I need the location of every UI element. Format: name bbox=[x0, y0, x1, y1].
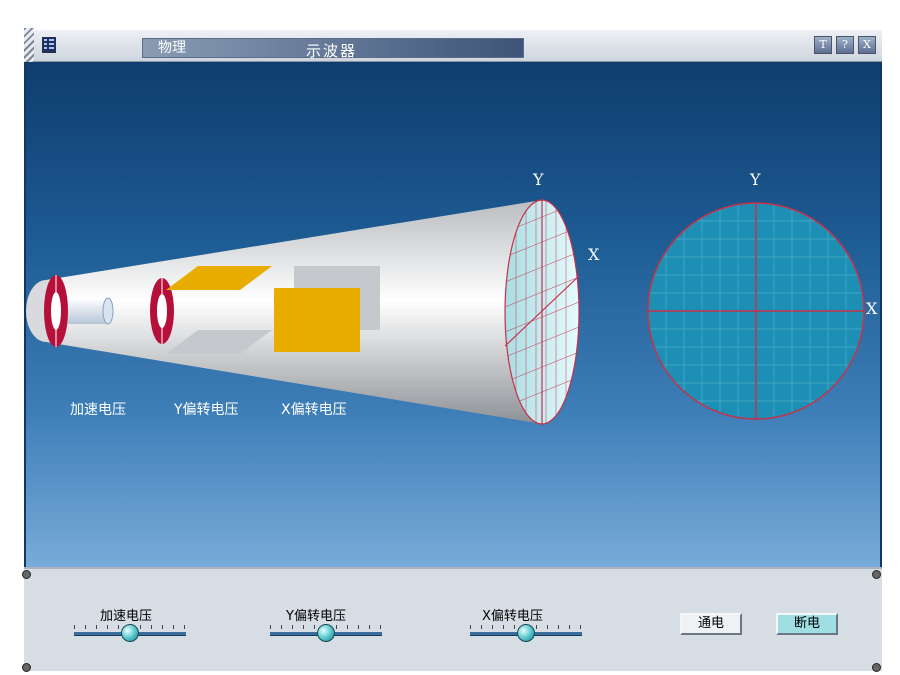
screen-display bbox=[647, 202, 865, 420]
power-on-button[interactable]: 通电 bbox=[680, 613, 742, 635]
tube-axis-y-label: Y bbox=[533, 170, 544, 189]
tube-axis-x-label: X bbox=[588, 245, 600, 264]
text-mode-button[interactable]: T bbox=[814, 36, 832, 54]
accel-voltage-label: 加速电压 bbox=[70, 402, 126, 418]
x-deflection-plate-front bbox=[274, 288, 360, 352]
x-deflection-label: X偏转电压 bbox=[281, 402, 347, 418]
x-deflection-slider[interactable] bbox=[470, 621, 582, 643]
oscilloscope-simulation: Y X Y X 加速电压 Y偏转电压 X偏转电压 bbox=[24, 62, 882, 567]
screw-icon bbox=[872, 663, 881, 672]
screw-icon bbox=[22, 663, 31, 672]
app-title: 示波器 bbox=[306, 42, 358, 60]
menu-icon[interactable] bbox=[40, 36, 58, 54]
accelerating-electrode bbox=[44, 275, 68, 347]
power-off-button[interactable]: 断电 bbox=[776, 613, 838, 635]
slider-knob[interactable] bbox=[317, 624, 335, 642]
window-grip[interactable] bbox=[24, 28, 34, 64]
slider-knob[interactable] bbox=[121, 624, 139, 642]
screen-axis-y-label: Y bbox=[750, 170, 761, 189]
subject-label: 物理 bbox=[158, 40, 186, 56]
control-panel: 加速电压 Y偏转电压 X偏转电压 通电 断电 bbox=[22, 567, 882, 672]
screw-icon bbox=[872, 570, 881, 579]
screw-icon bbox=[22, 570, 31, 579]
y-deflection-label: Y偏转电压 bbox=[174, 402, 239, 418]
close-button[interactable]: X bbox=[858, 36, 876, 54]
slider-knob[interactable] bbox=[517, 624, 535, 642]
help-button[interactable]: ? bbox=[836, 36, 854, 54]
oscilloscope-diagram bbox=[26, 199, 865, 425]
screen-axis-x-label: X bbox=[866, 299, 878, 318]
y-deflection-slider[interactable] bbox=[270, 621, 382, 643]
accel-voltage-slider[interactable] bbox=[74, 621, 186, 643]
